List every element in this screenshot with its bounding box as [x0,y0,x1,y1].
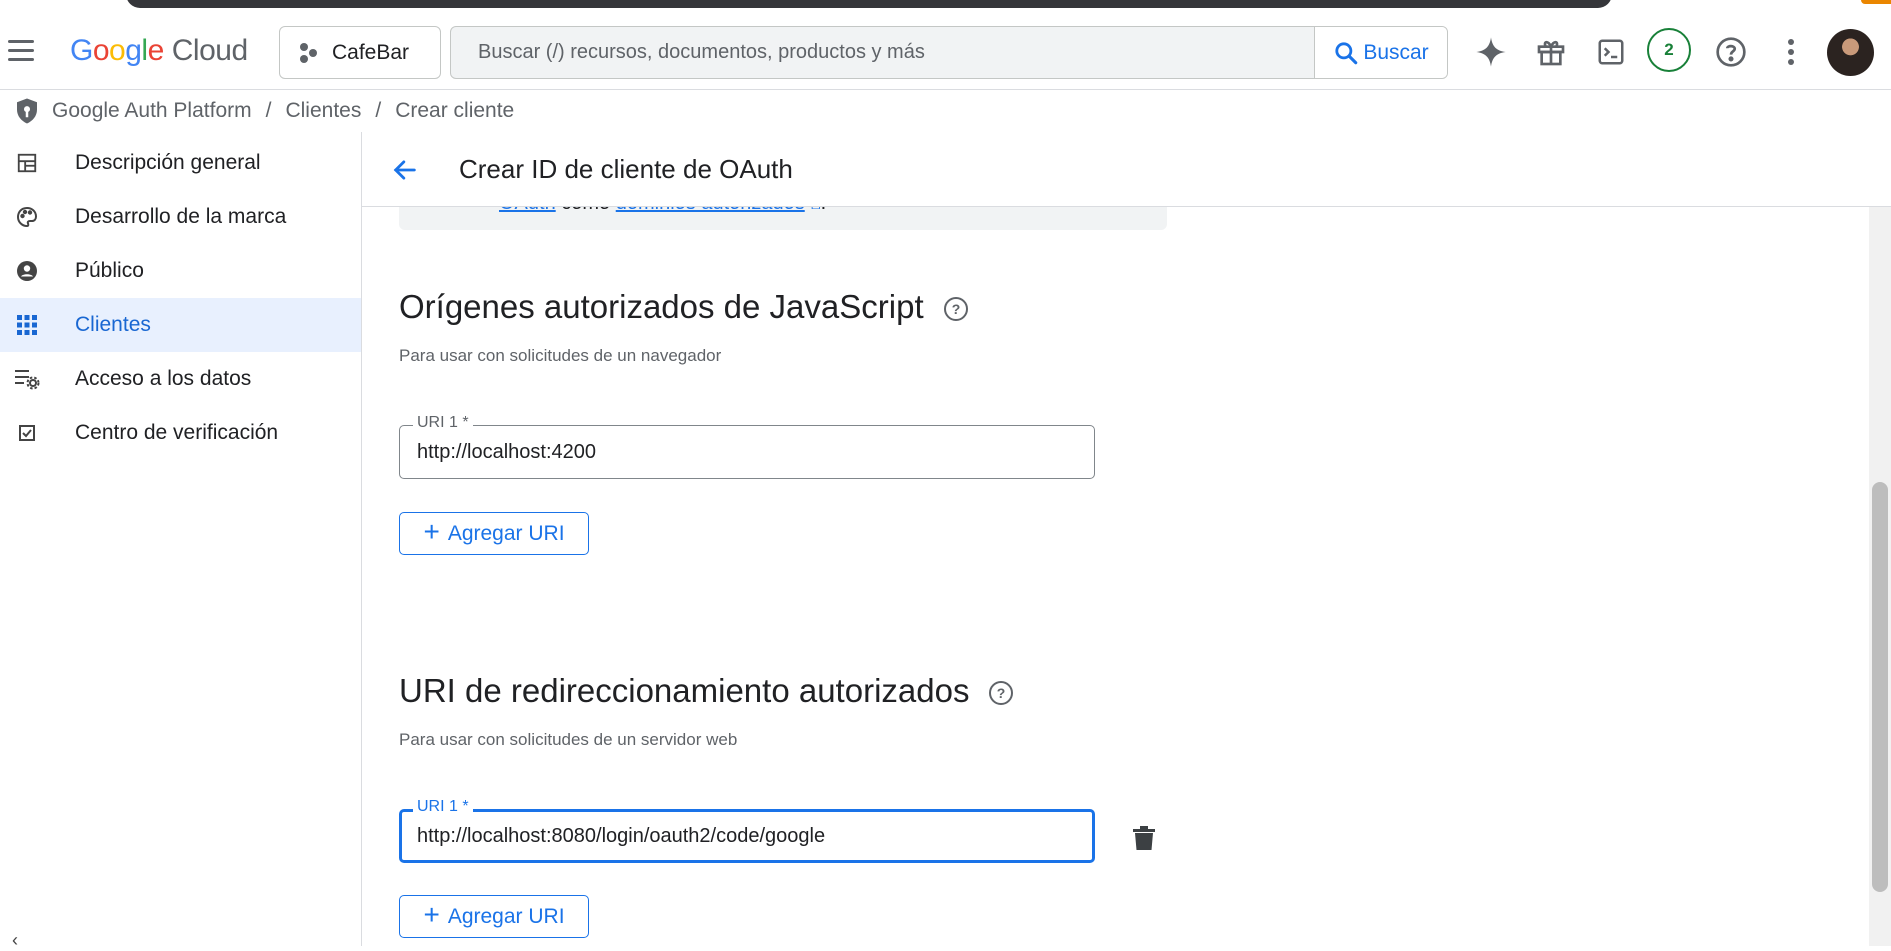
help-circle-icon[interactable]: ? [989,681,1013,705]
breadcrumb-auth-platform[interactable]: Google Auth Platform [52,99,252,123]
breadcrumb-create-client: Crear cliente [395,99,515,122]
sidebar: Descripción general Desarrollo de la mar… [0,132,362,946]
breadcrumb-clients[interactable]: Clientes [285,99,361,123]
sidebar-item-branding[interactable]: Desarrollo de la marca [0,190,361,244]
search-icon [1335,41,1358,64]
breadcrumb-separator: / [375,99,382,122]
back-arrow-icon[interactable] [383,148,427,192]
redirect-uris-title: URI de redireccionamiento autorizados [399,672,970,709]
browser-frame [0,0,1891,10]
search-bar: Buscar [450,26,1448,79]
sidebar-item-verification[interactable]: Centro de verificación [0,406,361,460]
dashboard-icon [14,150,40,176]
js-origin-uri-input[interactable] [400,426,1094,478]
redirect-uri-input[interactable] [402,812,1092,860]
project-selector-button[interactable]: CafeBar [279,26,441,79]
project-name: CafeBar [332,40,410,64]
grid-icon [14,312,40,338]
notifications-badge[interactable]: 2 [1647,28,1691,72]
add-js-origin-button[interactable]: + Agregar URI [399,512,589,555]
js-origins-title: Orígenes autorizados de JavaScript [399,288,924,325]
breadcrumb: Google Auth Platform / Clientes / Crear … [12,96,514,126]
add-redirect-uri-button[interactable]: + Agregar URI [399,895,589,938]
project-icon [298,41,320,65]
more-vert-icon[interactable] [1769,30,1813,74]
plus-icon: + [423,516,440,547]
gift-icon[interactable] [1529,30,1573,74]
person-icon [14,258,40,284]
breadcrumb-separator: / [265,99,272,122]
google-cloud-logo[interactable]: Google Cloud [70,34,248,68]
browser-address-bar [126,0,1612,8]
page-title: Crear ID de cliente de OAuth [459,154,793,184]
user-avatar[interactable] [1827,29,1874,76]
gemini-sparkle-icon[interactable] [1469,30,1513,74]
search-input[interactable] [451,27,1314,78]
sidebar-item-audience[interactable]: Público [0,244,361,298]
settings-list-icon [14,366,40,392]
sidebar-item-data-access[interactable]: Acceso a los datos [0,352,361,406]
menu-icon[interactable] [4,33,38,67]
sidebar-item-overview[interactable]: Descripción general [0,136,361,190]
redirect-uri-field: URI 1 * [399,798,1095,863]
redirect-uris-subtitle: Para usar con solicitudes de un servidor… [399,730,738,749]
plus-icon: + [423,899,440,930]
delete-icon[interactable] [1131,824,1157,852]
sidebar-item-clients[interactable]: Clientes [0,298,361,352]
cloud-shell-icon[interactable] [1589,30,1633,74]
search-button[interactable]: Buscar [1314,27,1447,78]
js-origin-uri-field: URI 1 * [399,414,1095,479]
shield-icon [17,98,37,124]
help-icon[interactable] [1709,30,1753,74]
collapse-sidebar-icon[interactable]: ‹ [12,930,18,951]
browser-corner [1861,0,1891,4]
js-origins-subtitle: Para usar con solicitudes de un navegado… [399,346,722,365]
help-circle-icon[interactable]: ? [944,297,968,321]
scrollbar-thumb[interactable] [1872,482,1888,892]
checkbox-icon [14,420,40,446]
palette-icon [14,204,40,230]
